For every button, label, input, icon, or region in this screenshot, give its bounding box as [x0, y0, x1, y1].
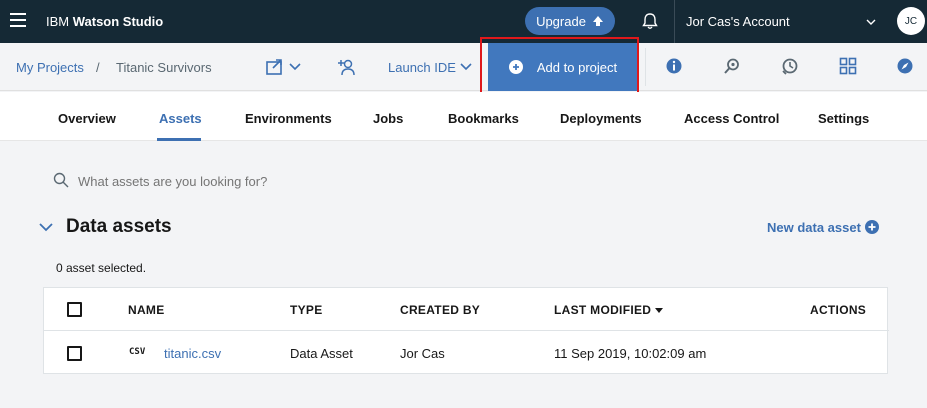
column-header-type[interactable]: TYPE: [290, 303, 323, 317]
avatar[interactable]: JC: [897, 7, 925, 35]
tab-deployments[interactable]: Deployments: [560, 111, 642, 126]
product-title: IBM Watson Studio: [46, 14, 163, 29]
breadcrumb-current-project: Titanic Survivors: [116, 60, 212, 75]
launch-ide-menu[interactable]: Launch IDE: [388, 60, 456, 75]
tab-bookmarks[interactable]: Bookmarks: [448, 111, 519, 126]
asset-created-by: Jor Cas: [400, 346, 445, 361]
upload-icon: [592, 16, 603, 26]
tab-settings[interactable]: Settings: [818, 111, 869, 126]
new-data-asset-link[interactable]: New data asset: [767, 220, 861, 235]
tab-assets[interactable]: Assets: [159, 111, 202, 126]
add-collaborator-icon[interactable]: [337, 57, 357, 77]
column-header-created-by[interactable]: CREATED BY: [400, 303, 480, 317]
table-header: NAME TYPE CREATED BY LAST MODIFIED ACTIO…: [44, 288, 889, 331]
brand-name: Watson Studio: [72, 14, 164, 29]
plus-circle-icon[interactable]: [864, 219, 880, 235]
asset-search-input[interactable]: [78, 172, 478, 190]
tab-access-control[interactable]: Access Control: [684, 111, 779, 126]
compass-icon[interactable]: [896, 57, 914, 75]
select-all-checkbox[interactable]: [67, 302, 82, 317]
chevron-down-icon[interactable]: [865, 16, 877, 28]
menu-icon[interactable]: [10, 13, 26, 27]
asset-type: Data Asset: [290, 346, 353, 361]
share-icon[interactable]: [265, 57, 305, 77]
data-assets-table: NAME TYPE CREATED BY LAST MODIFIED ACTIO…: [43, 287, 889, 374]
project-tabs: Overview Assets Environments Jobs Bookma…: [0, 92, 927, 141]
section-title: Data assets: [66, 216, 172, 237]
account-switcher[interactable]: Jor Cas's Account: [686, 14, 790, 29]
search-icon: [53, 172, 69, 188]
toolbar-divider: [645, 48, 646, 86]
bell-icon[interactable]: [640, 11, 660, 31]
highlight-box: [480, 37, 639, 98]
info-icon[interactable]: [665, 57, 683, 75]
top-navigation-bar: IBM Watson Studio Upgrade Jor Cas's Acco…: [0, 0, 927, 43]
sort-descending-icon: [655, 308, 664, 314]
breadcrumb-my-projects[interactable]: My Projects: [16, 60, 84, 75]
asset-name-link[interactable]: titanic.csv: [164, 346, 221, 361]
active-tab-indicator: [157, 138, 201, 141]
upgrade-button[interactable]: Upgrade: [525, 7, 615, 35]
upgrade-label: Upgrade: [536, 13, 586, 29]
tab-environments[interactable]: Environments: [245, 111, 332, 126]
last-modified-label: LAST MODIFIED: [554, 303, 652, 317]
brand-prefix: IBM: [46, 14, 73, 29]
assets-grid-icon[interactable]: [839, 57, 857, 75]
schedule-icon[interactable]: [781, 57, 799, 75]
selection-count: 0 asset selected.: [56, 261, 147, 275]
row-checkbox[interactable]: [67, 346, 82, 361]
csv-file-icon: CSV: [129, 347, 146, 357]
column-header-last-modified[interactable]: LAST MODIFIED: [554, 303, 664, 317]
tab-jobs[interactable]: Jobs: [373, 111, 403, 126]
asset-last-modified: 11 Sep 2019, 10:02:09 am: [554, 346, 707, 361]
breadcrumb-separator: /: [96, 60, 100, 75]
column-header-name[interactable]: NAME: [128, 303, 165, 317]
tab-overview[interactable]: Overview: [58, 111, 116, 126]
chevron-down-icon[interactable]: [460, 61, 472, 73]
column-header-actions: ACTIONS: [810, 303, 867, 317]
chevron-down-icon[interactable]: [38, 220, 54, 234]
topbar-divider: [674, 0, 675, 43]
search-icon[interactable]: [723, 57, 741, 75]
